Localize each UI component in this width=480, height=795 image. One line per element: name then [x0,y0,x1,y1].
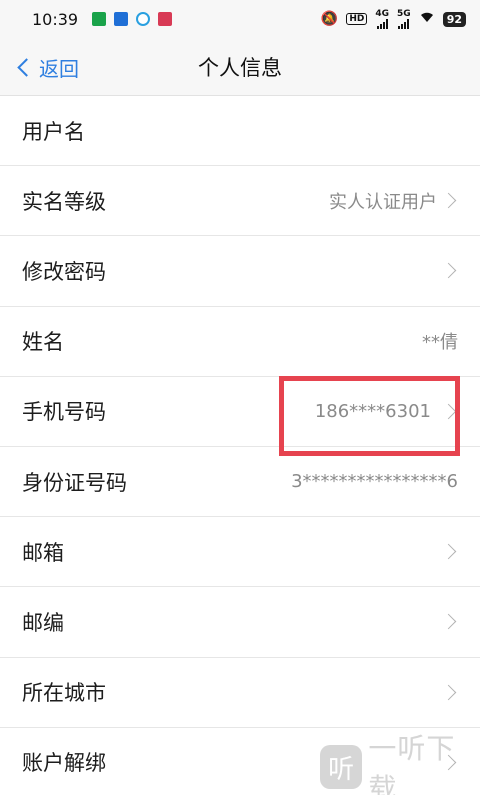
row-postcode[interactable]: 邮编 [0,587,480,658]
row-label: 手机号码 [22,400,106,425]
app-notification-icon [136,12,151,26]
battery-icon: 92 [442,11,466,27]
back-button[interactable]: 返回 [14,38,79,96]
app-notification-icon [92,12,107,26]
watermark-logo-icon: 听 [320,745,363,789]
network-label: 5G [397,8,411,19]
row-label: 所在城市 [22,681,106,706]
row-id-number[interactable]: 身份证号码 3****************6 [0,447,480,518]
row-label: 修改密码 [22,259,106,284]
row-username[interactable]: 用户名 [0,96,480,167]
settings-list: 用户名 实名等级 实人认证用户 修改密码 姓名 **倩 手机号码 186****… [0,96,480,795]
chevron-right-icon [440,193,457,209]
status-bar: 10:39 🔕 HD 4G 5G 92 [0,0,480,38]
network-indicator: 4G [375,8,390,29]
row-phone-number[interactable]: 手机号码 186****6301 [0,377,480,447]
row-label: 用户名 [22,119,85,144]
row-label: 姓名 [22,330,64,355]
chevron-right-icon [440,403,457,420]
chevron-right-icon [440,614,457,630]
row-value: 实人认证用户 [329,191,437,213]
watermark-text: 一听下载 [368,732,456,795]
row-label: 邮编 [22,610,64,635]
signal-icon [376,18,388,29]
row-label: 实名等级 [22,189,106,214]
network-indicator: 5G [397,8,411,29]
chevron-right-icon [440,263,457,279]
row-email[interactable]: 邮箱 [0,517,480,588]
notification-icons [92,12,173,26]
row-label: 邮箱 [22,540,64,565]
status-indicators: 🔕 HD 4G 5G 92 [320,8,466,29]
row-name[interactable]: 姓名 **倩 [0,307,480,377]
row-city[interactable]: 所在城市 [0,658,480,728]
row-label: 身份证号码 [22,470,127,495]
row-value: 3****************6 [291,471,458,493]
app-notification-icon [158,12,173,26]
app-notification-icon [114,12,129,26]
signal-icon [398,18,410,29]
row-label: 账户解绑 [22,751,106,776]
nav-bar: 返回 个人信息 [0,38,480,96]
network-label: 4G [375,8,390,19]
page-title: 个人信息 [198,55,282,80]
back-label: 返回 [39,56,79,81]
row-verification-level[interactable]: 实名等级 实人认证用户 [0,166,480,237]
row-value: **倩 [422,332,458,354]
row-value: 186****6301 [314,400,431,422]
chevron-right-icon [440,543,457,560]
watermark: 听 一听下载 [320,732,480,795]
hd-icon: HD [346,13,368,25]
wifi-icon [419,11,435,27]
mute-icon: 🔕 [320,11,339,27]
row-change-password[interactable]: 修改密码 [0,236,480,307]
chevron-left-icon [17,57,36,77]
chevron-right-icon [440,684,457,700]
status-time: 10:39 [32,9,79,29]
